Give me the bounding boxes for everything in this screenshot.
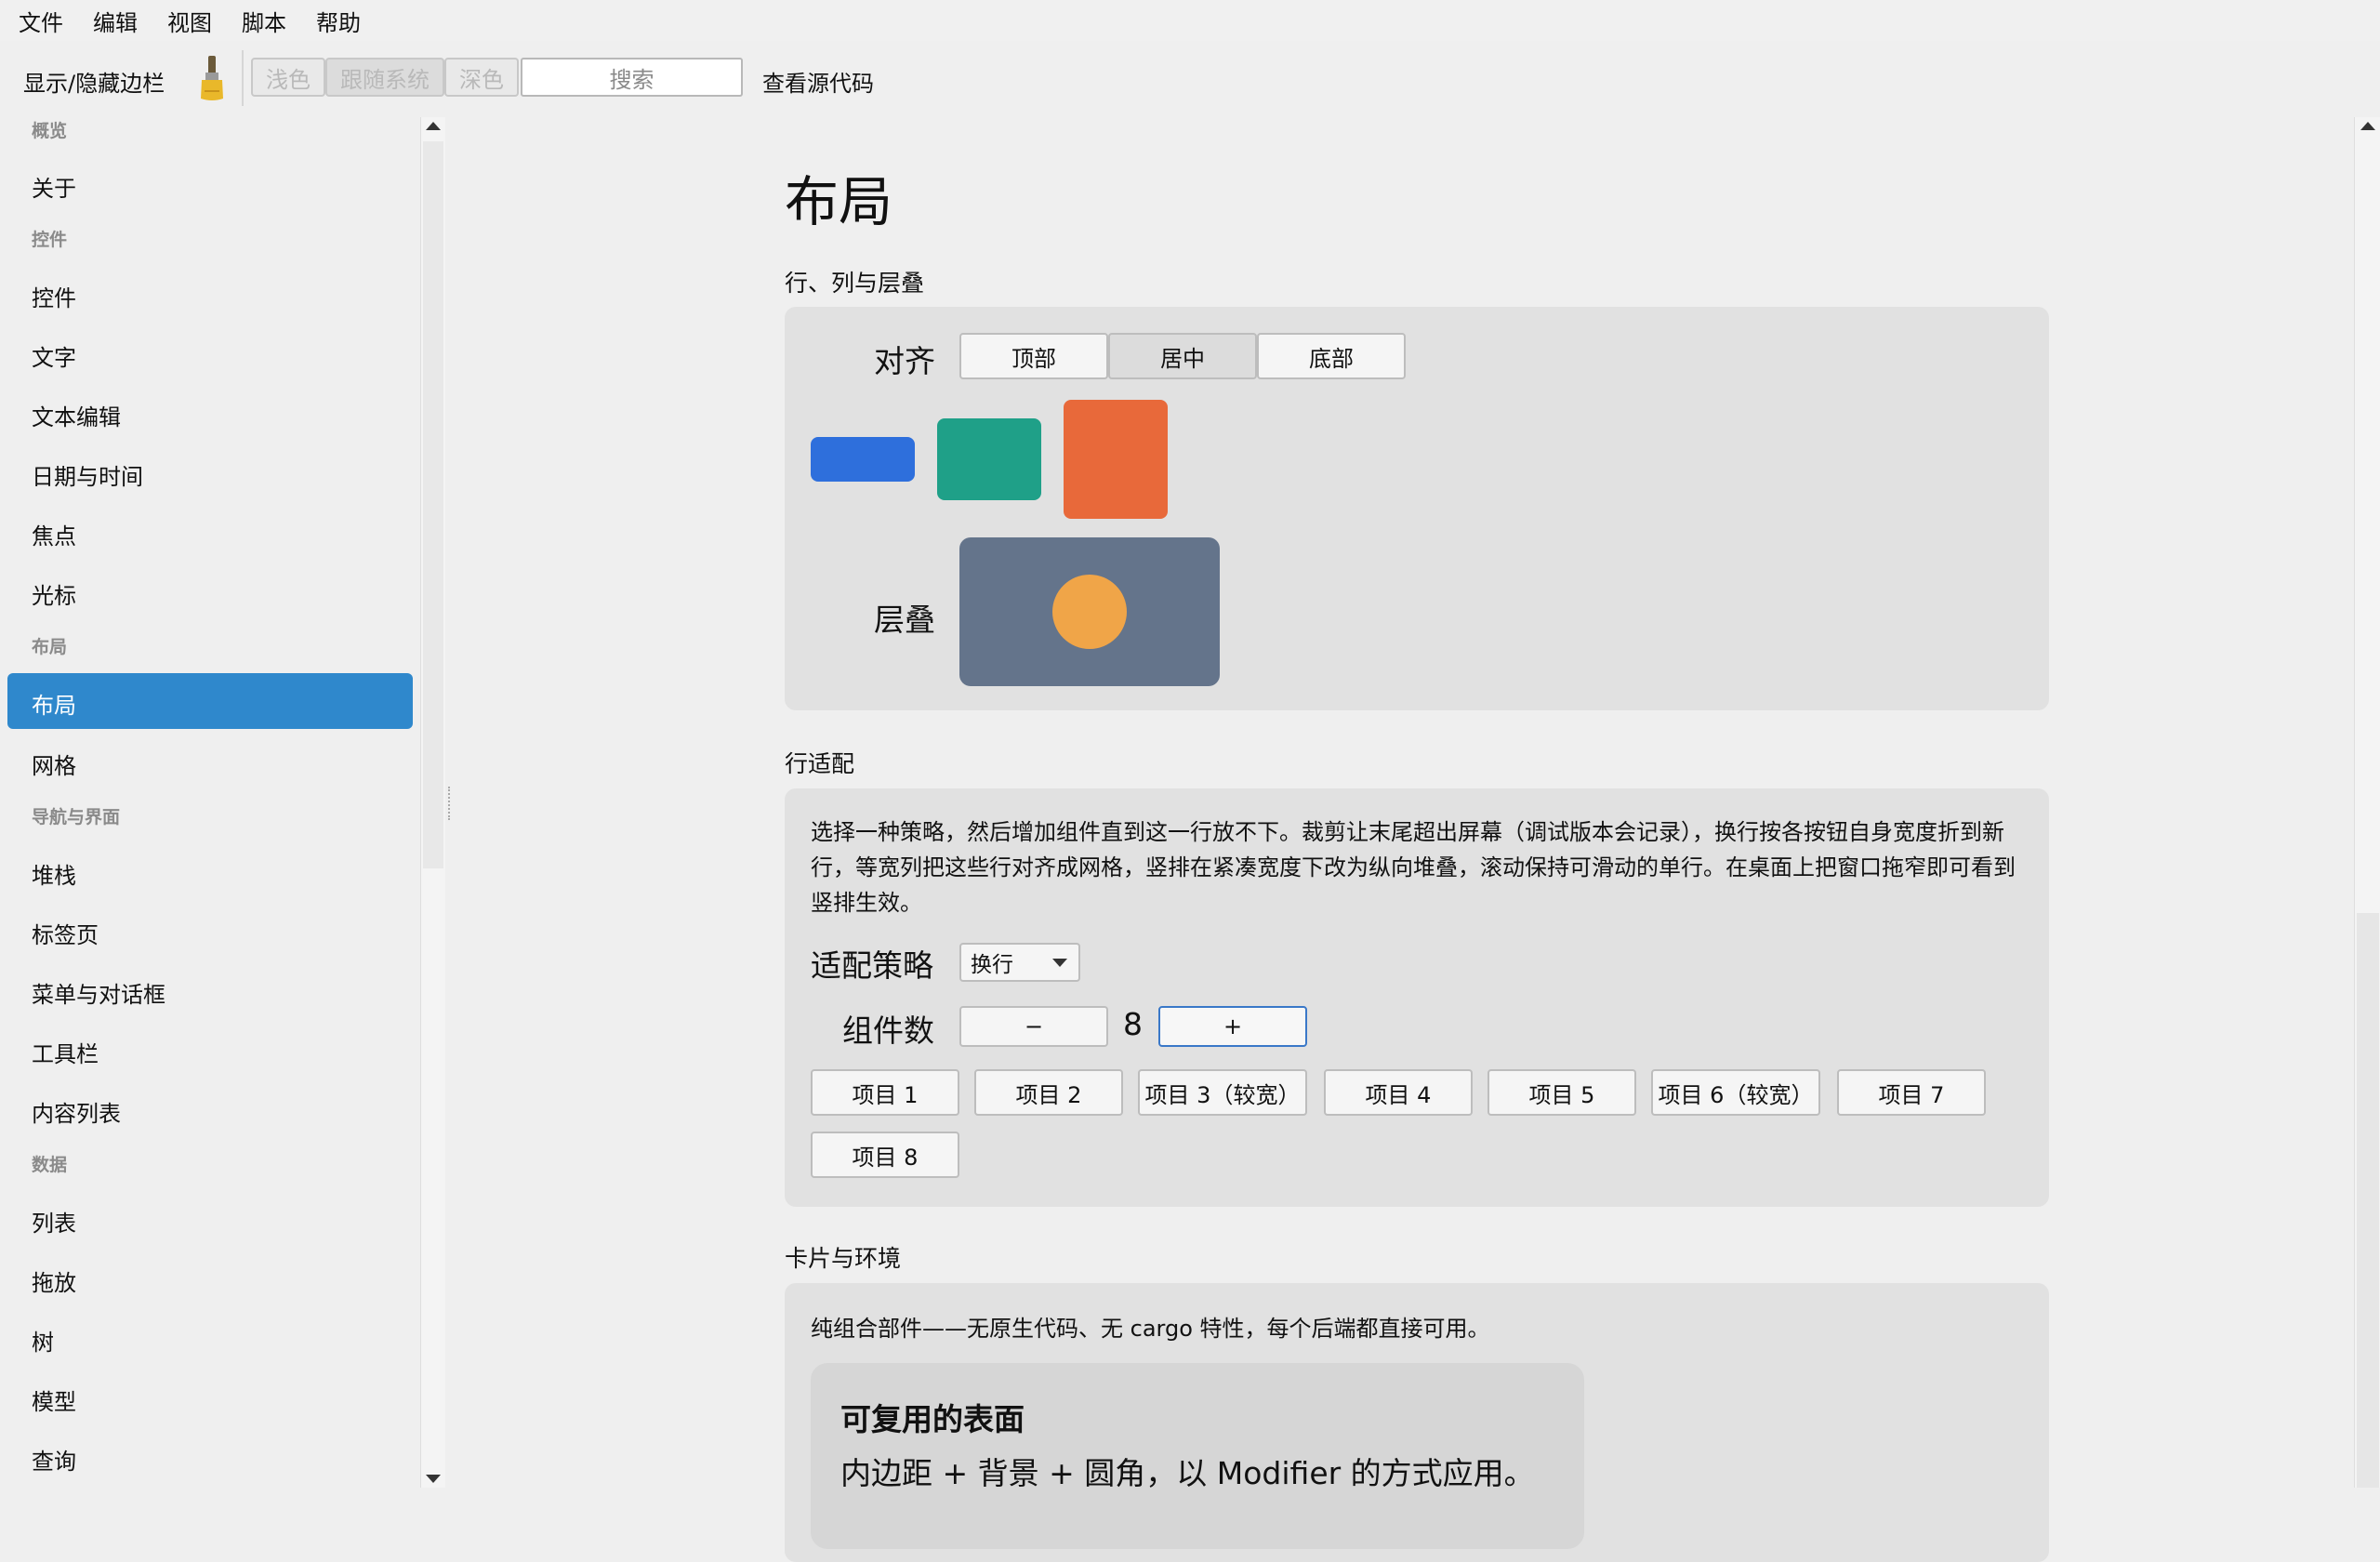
- item-button-3[interactable]: 项目 3（较宽）: [1138, 1069, 1307, 1116]
- sidebar-item-text-edit[interactable]: 文本编辑: [32, 399, 121, 431]
- orange-box: [1064, 400, 1168, 519]
- card-rows-columns: 对齐 顶部 居中 底部 层叠: [785, 307, 2049, 710]
- card-cards-env: 纯组合部件——无原生代码、无 cargo 特性，每个后端都直接可用。 可复用的表…: [785, 1283, 2049, 1562]
- menu-script[interactable]: 脚本: [231, 5, 297, 37]
- increment-button[interactable]: +: [1158, 1006, 1307, 1047]
- cards-description: 纯组合部件——无原生代码、无 cargo 特性，每个后端都直接可用。: [811, 1316, 1490, 1342]
- scroll-up-icon[interactable]: [2360, 122, 2375, 130]
- page-title: 布局: [785, 170, 893, 233]
- menu-help[interactable]: 帮助: [306, 5, 371, 37]
- section-heading-cards: 卡片与环境: [785, 1245, 902, 1272]
- sidebar-item-controls[interactable]: 控件: [32, 280, 76, 312]
- menu-view[interactable]: 视图: [157, 5, 222, 37]
- section-heading-rows: 行、列与层叠: [785, 270, 925, 297]
- sidebar-item-toolbar[interactable]: 工具栏: [32, 1036, 99, 1068]
- sidebar-item-cursor[interactable]: 光标: [32, 577, 76, 610]
- item-button-5[interactable]: 项目 5: [1488, 1069, 1636, 1116]
- sidebar-item-model[interactable]: 模型: [32, 1383, 76, 1416]
- blue-box: [811, 437, 915, 482]
- menu-file[interactable]: 文件: [8, 5, 73, 37]
- sidebar-item-layout[interactable]: 布局: [7, 673, 413, 729]
- main-scroll-thumb[interactable]: [2357, 913, 2379, 1488]
- main-scrollbar[interactable]: [2354, 117, 2380, 1488]
- chevron-down-icon: [1052, 959, 1067, 967]
- count-value: 8: [1123, 1006, 1143, 1042]
- align-label: 对齐: [874, 343, 935, 379]
- paint-brush-icon[interactable]: [195, 54, 229, 102]
- fit-description: 选择一种策略，然后增加组件直到这一行放不下。裁剪让末尾超出屏幕（调试版本会记录）…: [811, 819, 2016, 916]
- sidebar-scrollbar[interactable]: [420, 117, 445, 1488]
- sidebar: 概览 关于 控件 控件 文字 文本编辑 日期与时间 焦点 光标 布局 布局 网格…: [0, 117, 420, 1488]
- surface-card-body: 内边距 + 背景 + 圆角，以 Modifier 的方式应用。: [840, 1455, 1535, 1491]
- toggle-sidebar-button[interactable]: 显示/隐藏边栏: [23, 65, 165, 98]
- stack-background: [959, 537, 1220, 686]
- sidebar-section-overview: 概览: [32, 121, 68, 141]
- decrement-button[interactable]: −: [959, 1006, 1108, 1047]
- theme-light-button[interactable]: 浅色: [251, 58, 325, 97]
- sidebar-item-tree[interactable]: 树: [32, 1324, 54, 1357]
- surface-card-title: 可复用的表面: [840, 1401, 1025, 1437]
- sidebar-section-data: 数据: [32, 1155, 68, 1175]
- sidebar-item-content-list[interactable]: 内容列表: [32, 1095, 121, 1128]
- sidebar-item-label: 布局: [32, 693, 76, 719]
- splitter-handle[interactable]: [448, 787, 452, 820]
- stack-label: 层叠: [874, 602, 935, 638]
- count-label: 组件数: [842, 1013, 934, 1049]
- policy-select[interactable]: 换行: [959, 943, 1080, 982]
- view-source-button[interactable]: 查看源代码: [762, 65, 874, 98]
- sidebar-item-tabs[interactable]: 标签页: [32, 917, 99, 949]
- item-button-8[interactable]: 项目 8: [811, 1132, 959, 1178]
- item-button-1[interactable]: 项目 1: [811, 1069, 959, 1116]
- align-bottom-button[interactable]: 底部: [1257, 333, 1406, 379]
- card-row-fit: 选择一种策略，然后增加组件直到这一行放不下。裁剪让末尾超出屏幕（调试版本会记录）…: [785, 788, 2049, 1207]
- reusable-surface-card: 可复用的表面 内边距 + 背景 + 圆角，以 Modifier 的方式应用。: [811, 1363, 1584, 1549]
- sidebar-item-list[interactable]: 列表: [32, 1205, 76, 1238]
- toolbar-separator: [242, 50, 244, 106]
- align-center-button[interactable]: 居中: [1108, 333, 1257, 379]
- theme-dark-button[interactable]: 深色: [444, 58, 519, 97]
- sidebar-item-query[interactable]: 查询: [32, 1443, 76, 1476]
- toolbar: 显示/隐藏边栏 浅色 跟随系统 深色 搜索 查看源代码: [0, 41, 2380, 117]
- sidebar-item-dnd[interactable]: 拖放: [32, 1264, 76, 1297]
- teal-box: [937, 418, 1041, 500]
- sidebar-item-stack[interactable]: 堆栈: [32, 857, 76, 890]
- sidebar-section-nav: 导航与界面: [32, 807, 121, 827]
- sidebar-item-text[interactable]: 文字: [32, 339, 76, 372]
- policy-label: 适配策略: [811, 947, 933, 984]
- menu-edit[interactable]: 编辑: [83, 5, 148, 37]
- search-input[interactable]: 搜索: [521, 58, 743, 97]
- sidebar-item-datetime[interactable]: 日期与时间: [32, 458, 143, 491]
- item-button-4[interactable]: 项目 4: [1324, 1069, 1473, 1116]
- sidebar-item-focus[interactable]: 焦点: [32, 518, 76, 550]
- section-heading-fit: 行适配: [785, 750, 855, 777]
- sidebar-scroll-thumb[interactable]: [423, 141, 443, 868]
- theme-system-button[interactable]: 跟随系统: [325, 58, 444, 97]
- item-button-7[interactable]: 项目 7: [1837, 1069, 1986, 1116]
- scroll-down-icon[interactable]: [426, 1475, 441, 1483]
- sidebar-item-about[interactable]: 关于: [32, 170, 76, 203]
- menubar: 文件 编辑 视图 脚本 帮助: [0, 0, 2380, 42]
- sidebar-item-menus[interactable]: 菜单与对话框: [32, 976, 165, 1009]
- align-top-button[interactable]: 顶部: [959, 333, 1108, 379]
- item-button-6[interactable]: 项目 6（较宽）: [1651, 1069, 1820, 1116]
- sidebar-item-grid[interactable]: 网格: [32, 748, 76, 780]
- sidebar-section-layout: 布局: [32, 637, 68, 657]
- sidebar-section-controls: 控件: [32, 230, 68, 250]
- item-button-2[interactable]: 项目 2: [974, 1069, 1123, 1116]
- stack-circle: [1052, 575, 1127, 649]
- policy-select-value: 换行: [971, 953, 1013, 977]
- scroll-up-icon[interactable]: [426, 122, 441, 130]
